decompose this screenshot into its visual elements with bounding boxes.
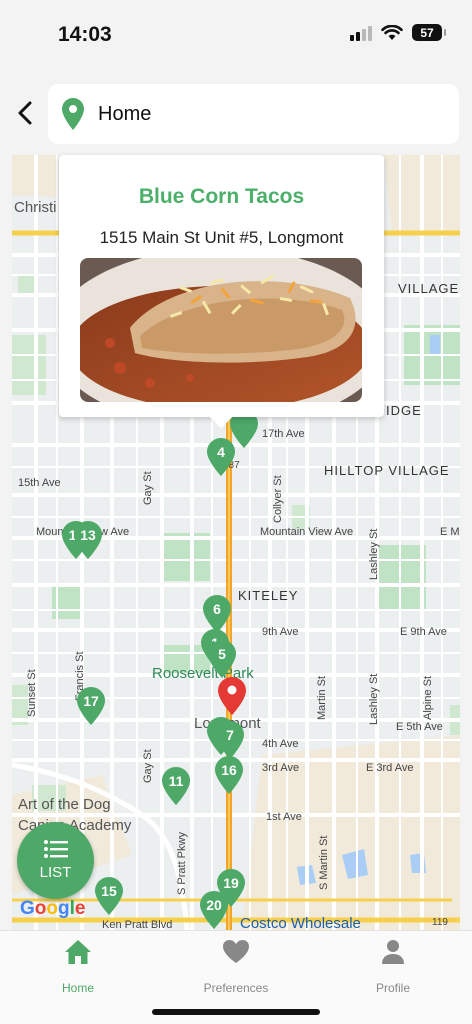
map-label: 119: [432, 917, 448, 928]
restaurant-popup-card[interactable]: Blue Corn Tacos 1515 Main St Unit #5, Lo…: [59, 155, 384, 417]
map-label: Lashley St: [368, 673, 380, 725]
nav-profile-label: Profile: [375, 981, 410, 995]
google-logo: Google: [20, 898, 86, 919]
restaurant-marker[interactable]: 20: [200, 891, 228, 929]
restaurant-name: Blue Corn Tacos: [138, 185, 305, 208]
restaurant-marker[interactable]: 5: [208, 640, 236, 678]
nav-tab-home[interactable]: Home: [23, 939, 133, 995]
list-view-button[interactable]: LIST: [17, 822, 94, 899]
map-label: 3rd Ave: [262, 762, 300, 774]
map-label: Mountain View Ave: [260, 526, 354, 538]
nav-preferences-label: Preferences: [203, 981, 269, 995]
map-label: Collyer St: [272, 475, 284, 523]
map-label: E M: [440, 526, 460, 538]
list-icon: [43, 840, 68, 858]
restaurant-marker[interactable]: 13: [74, 521, 102, 559]
location-search-field[interactable]: Home: [48, 84, 459, 144]
map-label: VILLAGE: [398, 281, 460, 296]
home-indicator: [152, 1009, 320, 1015]
map-label: Christi: [14, 199, 57, 216]
nav-home-label: Home: [61, 981, 94, 995]
map-label: Gay St: [142, 749, 154, 783]
map-label: Ken Pratt Blvd: [102, 919, 173, 930]
map-label: Gay St: [142, 471, 154, 505]
map-label: KITELEY: [238, 588, 299, 603]
status-icons: 57: [350, 24, 446, 41]
restaurant-marker[interactable]: 15: [95, 877, 123, 915]
home-icon: [65, 940, 91, 964]
chevron-left-icon: [18, 101, 32, 125]
restaurant-marker[interactable]: 17: [77, 687, 105, 725]
selected-restaurant-marker[interactable]: [218, 677, 246, 715]
map-label: 1st Ave: [266, 811, 302, 823]
map-label: Sunset St: [26, 669, 38, 717]
map-label: IDGE: [386, 403, 422, 418]
map-label: HILLTOP VILLAGE: [324, 463, 450, 478]
heart-icon: [223, 940, 249, 963]
restaurant-marker[interactable]: 7: [216, 721, 244, 759]
restaurant-address: 1515 Main St Unit #5, Longmont: [99, 228, 344, 247]
list-button-label: LIST: [39, 864, 72, 881]
nav-tab-profile[interactable]: Profile: [338, 939, 448, 995]
map-label: E 3rd Ave: [366, 762, 414, 774]
restaurant-marker[interactable]: 6: [203, 595, 231, 633]
restaurant-photo: [80, 258, 362, 402]
cellular-signal-icon: [350, 25, 372, 41]
map-label: Alpine St: [422, 675, 434, 720]
map-label: Martin St: [316, 675, 328, 720]
map-label: 9th Ave: [262, 626, 299, 638]
nav-tab-preferences[interactable]: Preferences: [181, 939, 291, 995]
status-time: 14:03: [58, 23, 112, 46]
map-label: Costco Wholesale: [240, 915, 361, 930]
location-pin-icon: [62, 98, 84, 130]
status-bar: 14:03 57: [0, 0, 472, 70]
map-label: 15th Ave: [18, 477, 61, 489]
map-label: S Martin St: [318, 835, 330, 890]
location-text: Home: [98, 102, 152, 125]
map-label: 4th Ave: [262, 738, 299, 750]
map-label: E 9th Ave: [400, 626, 447, 638]
map-label: S Pratt Pkwy: [176, 832, 188, 895]
map-label: Art of the Dog: [18, 796, 111, 813]
battery-icon: 57: [412, 24, 446, 41]
map-label: Lashley St: [368, 528, 380, 580]
restaurant-marker[interactable]: 16: [215, 756, 243, 794]
back-button[interactable]: [10, 96, 40, 130]
wifi-icon: [381, 24, 403, 40]
person-icon: [382, 940, 404, 964]
map-label: E 5th Ave: [396, 721, 443, 733]
map-label: 17th Ave: [262, 428, 305, 440]
restaurant-marker[interactable]: 11: [162, 767, 190, 805]
